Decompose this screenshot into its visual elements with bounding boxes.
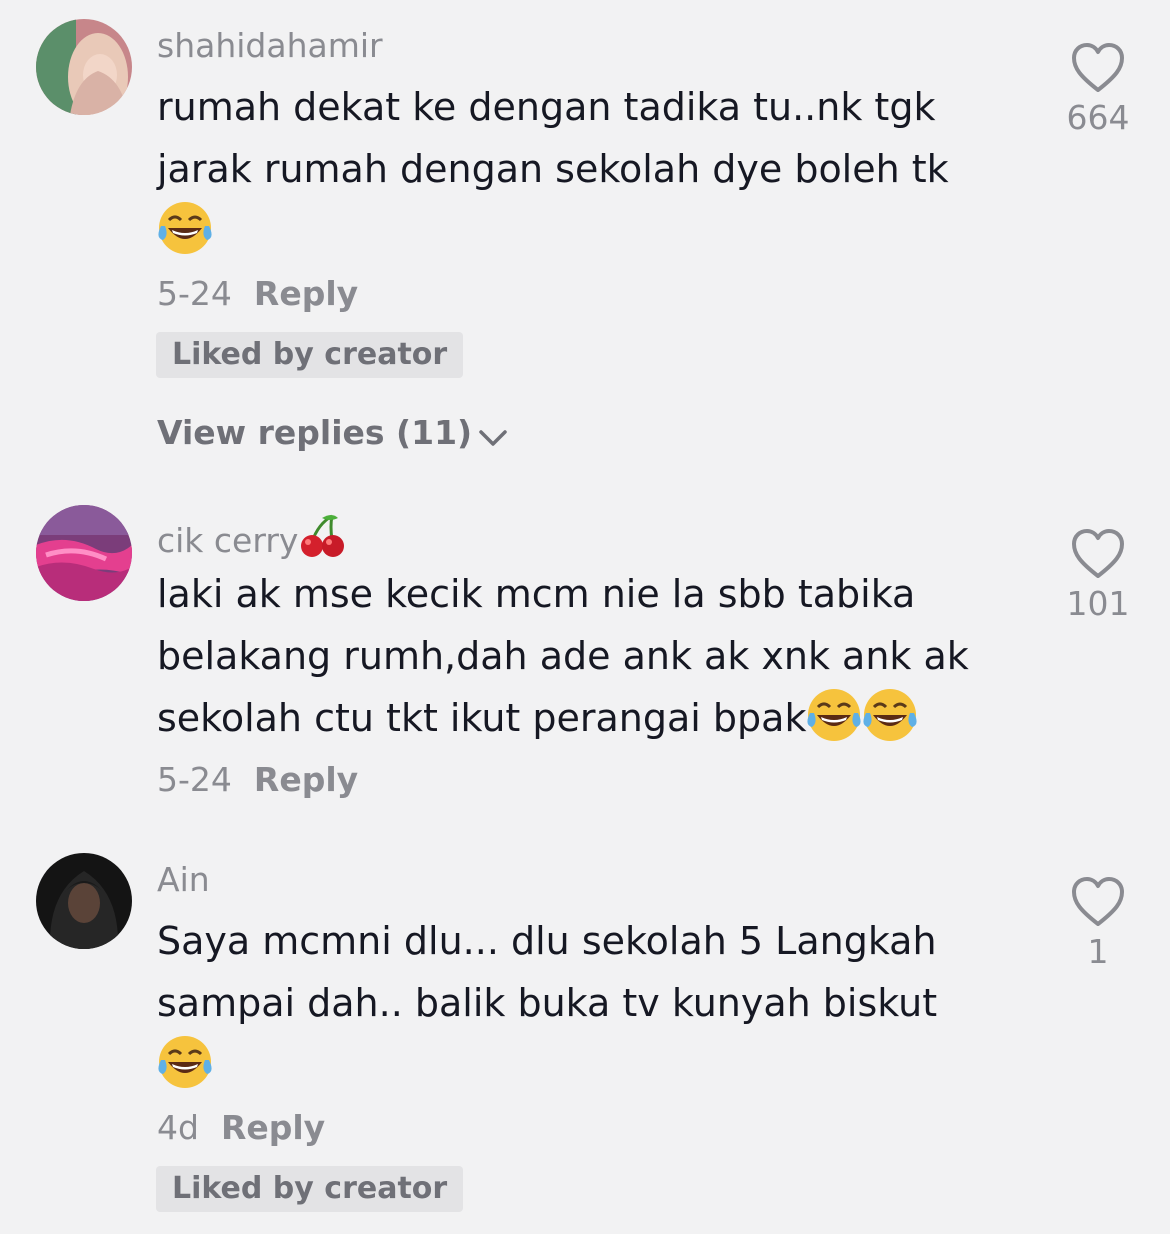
comment-text-line: rumah dekat ke dengan tadika tu..nk tgk [157, 85, 936, 129]
comment-meta: 5-24 Reply [157, 274, 358, 314]
like-button[interactable]: 101 [1050, 528, 1146, 624]
comment-username[interactable]: Ain [157, 860, 210, 900]
view-replies-button[interactable]: View replies (11) [157, 413, 508, 453]
like-button[interactable]: 664 [1050, 42, 1146, 138]
heart-outline-icon [1072, 43, 1124, 92]
heart-outline-icon [1072, 529, 1124, 578]
comment-date: 4d [157, 1108, 199, 1147]
avatar[interactable] [36, 853, 132, 949]
reply-button[interactable]: Reply [254, 760, 358, 799]
like-count: 101 [1066, 584, 1130, 623]
comment-username[interactable]: cik cerry [157, 512, 348, 561]
liked-by-creator-badge: Liked by creator [156, 332, 464, 378]
comment-date: 5-24 [157, 274, 232, 313]
comment-date: 5-24 [157, 760, 232, 799]
comment-emoji-line [157, 200, 1007, 262]
comment-meta: 5-24 Reply [157, 760, 358, 800]
comment-username-text: cik cerry [157, 521, 299, 560]
heart-outline-icon [1072, 877, 1124, 926]
comment-text-line: jarak rumah dengan sekolah dye boleh tk [157, 147, 949, 191]
comment-username[interactable]: shahidahamir [157, 26, 383, 66]
like-button[interactable]: 1 [1050, 876, 1146, 972]
reply-button[interactable]: Reply [221, 1108, 325, 1147]
avatar[interactable] [36, 505, 132, 601]
comment-text-line: sampai dah.. balik buka tv kunyah biskut [157, 981, 938, 1025]
cherry-icon [301, 514, 345, 557]
avatar[interactable] [36, 19, 132, 115]
comment-text-line: laki ak mse kecik mcm nie la sbb tabika [157, 572, 916, 616]
face-with-tears-of-joy-icon [158, 202, 212, 254]
comment-text-line: belakang rumh,dah ade ank ak xnk ank ak [157, 634, 969, 678]
chevron-down-icon [479, 430, 507, 446]
view-replies-label: View replies (11) [157, 413, 473, 452]
comment-text: Saya mcmni dlu... dlu sekolah 5 Langkah … [157, 910, 1007, 1096]
like-count: 664 [1066, 98, 1130, 137]
reply-button[interactable]: Reply [254, 274, 358, 313]
comment-text-line: sekolah ctu tkt ikut perangai bpak [157, 687, 1007, 749]
face-with-tears-of-joy-icon [863, 689, 918, 741]
comment-meta: 4d Reply [157, 1108, 325, 1148]
comment-emoji-line [157, 1034, 1007, 1096]
liked-by-creator-badge: Liked by creator [156, 1166, 464, 1212]
comment-text: rumah dekat ke dengan tadika tu..nk tgk … [157, 76, 1007, 262]
like-count: 1 [1087, 932, 1109, 971]
comment-text-segment: sekolah ctu tkt ikut perangai bpak [157, 696, 807, 740]
face-with-tears-of-joy-icon [158, 1036, 212, 1088]
comment-text-line: Saya mcmni dlu... dlu sekolah 5 Langkah [157, 919, 937, 963]
comment-text: laki ak mse kecik mcm nie la sbb tabika … [157, 563, 1007, 749]
face-with-tears-of-joy-icon [807, 689, 862, 741]
